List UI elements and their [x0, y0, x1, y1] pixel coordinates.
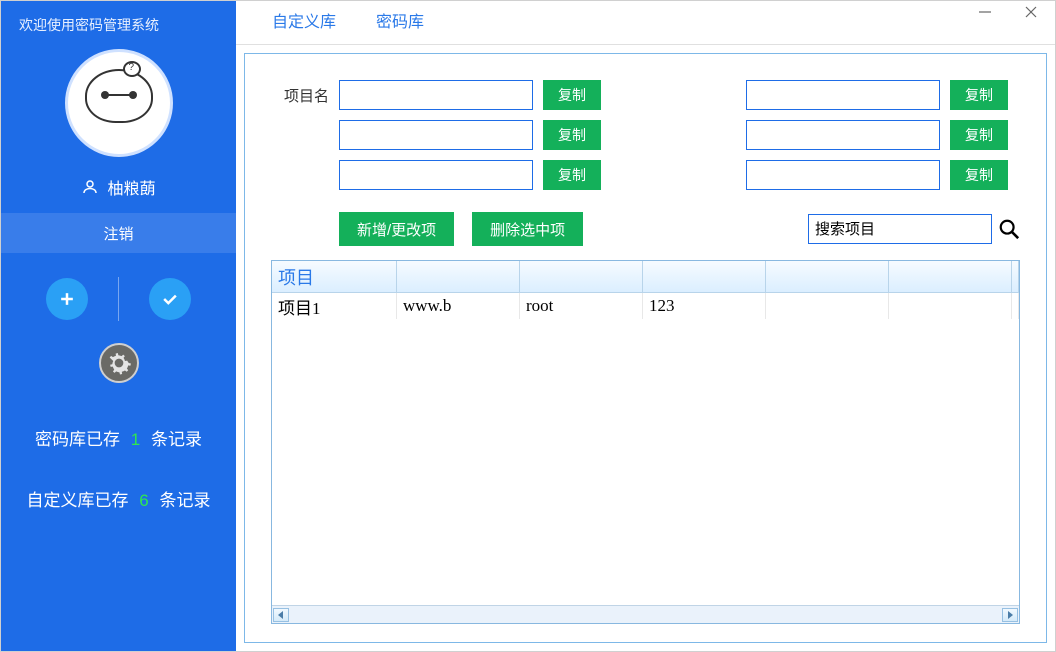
- copy-right-1-button[interactable]: 复制: [950, 80, 1008, 110]
- grid-header-2[interactable]: [520, 261, 643, 293]
- grid-header-4[interactable]: [766, 261, 889, 293]
- tab-password[interactable]: 密码库: [356, 0, 444, 44]
- add-button[interactable]: [46, 278, 88, 320]
- avatar[interactable]: [65, 49, 173, 157]
- grid-header-3[interactable]: [643, 261, 766, 293]
- search-input[interactable]: [808, 214, 992, 244]
- grid-header-0[interactable]: 项目: [272, 261, 397, 293]
- username: 柚粮蓢: [107, 175, 155, 199]
- tabbar: 自定义库 密码库: [236, 1, 1055, 45]
- add-edit-button[interactable]: 新增/更改项: [339, 212, 454, 246]
- left-input-2[interactable]: [339, 120, 533, 150]
- close-button[interactable]: [1019, 3, 1043, 21]
- gear-icon: [106, 350, 132, 376]
- settings-button[interactable]: [99, 343, 139, 383]
- grid-header-5[interactable]: [889, 261, 1012, 293]
- horizontal-scrollbar[interactable]: [272, 605, 1019, 623]
- sidebar: 欢迎使用密码管理系统 柚粮蓢 注销: [1, 1, 236, 651]
- left-input-1[interactable]: [339, 80, 533, 110]
- plus-icon: [57, 289, 77, 309]
- copy-left-3-button[interactable]: 复制: [543, 160, 601, 190]
- confirm-button[interactable]: [149, 278, 191, 320]
- logout-button[interactable]: 注销: [1, 213, 236, 253]
- cell-4: [766, 293, 889, 319]
- cell-3: 123: [643, 293, 766, 319]
- app-title: 欢迎使用密码管理系统: [1, 9, 159, 49]
- cell-5: [889, 293, 1012, 319]
- table-row[interactable]: 项目1 www.b root 123: [272, 293, 1019, 319]
- cell-2: root: [520, 293, 643, 319]
- copy-left-1-button[interactable]: 复制: [543, 80, 601, 110]
- stat-custom: 自定义库已存 6 条记录: [27, 486, 211, 511]
- grid-header-6[interactable]: [1012, 261, 1019, 293]
- tab-custom[interactable]: 自定义库: [252, 0, 356, 44]
- cell-1: www.b: [397, 293, 520, 319]
- minimize-button[interactable]: [973, 3, 997, 21]
- left-input-3[interactable]: [339, 160, 533, 190]
- divider: [118, 277, 119, 321]
- close-icon: [1024, 5, 1038, 19]
- search-icon[interactable]: [998, 218, 1020, 240]
- user-row: 柚粮蓢: [81, 175, 155, 199]
- copy-right-3-button[interactable]: 复制: [950, 160, 1008, 190]
- scroll-track[interactable]: [289, 608, 1002, 622]
- cell-6: [1012, 293, 1019, 319]
- cell-0: 项目1: [272, 293, 397, 319]
- copy-right-2-button[interactable]: 复制: [950, 120, 1008, 150]
- user-icon: [81, 178, 99, 196]
- stat-password: 密码库已存 1 条记录: [35, 425, 202, 450]
- main: 自定义库 密码库 项目名 复制: [236, 1, 1055, 651]
- right-input-3[interactable]: [746, 160, 940, 190]
- minimize-icon: [978, 5, 992, 19]
- grid-header-1[interactable]: [397, 261, 520, 293]
- check-icon: [160, 289, 180, 309]
- triangle-right-icon: [1006, 611, 1014, 619]
- delete-selected-button[interactable]: 删除选中项: [472, 212, 583, 246]
- triangle-left-icon: [277, 611, 285, 619]
- right-input-2[interactable]: [746, 120, 940, 150]
- scroll-left-button[interactable]: [273, 608, 289, 622]
- project-name-label: 项目名: [271, 85, 329, 106]
- copy-left-2-button[interactable]: 复制: [543, 120, 601, 150]
- scroll-right-button[interactable]: [1002, 608, 1018, 622]
- data-grid[interactable]: 项目 项目1 www.b root 123: [271, 260, 1020, 624]
- grid-header-row: 项目: [272, 261, 1019, 293]
- right-input-1[interactable]: [746, 80, 940, 110]
